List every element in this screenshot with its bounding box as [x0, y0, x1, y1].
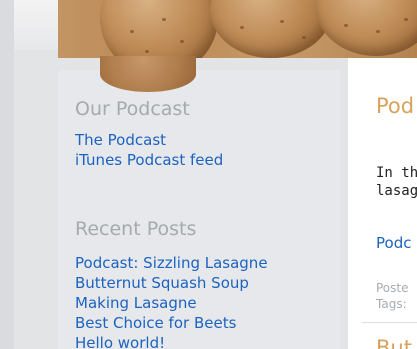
sidebar: Our Podcast The Podcast iTunes Podcast f…	[58, 56, 340, 349]
list-item: iTunes Podcast feed	[75, 150, 223, 170]
excerpt-line: In th	[376, 165, 417, 181]
header-banner-image	[58, 0, 417, 58]
recent-post-link[interactable]: Butternut Squash Soup	[75, 274, 249, 292]
recent-post-link[interactable]: Best Choice for Beets	[75, 314, 236, 332]
cookie-image	[316, 0, 417, 56]
tags-label: Tags:	[376, 297, 407, 311]
list-item: Butternut Squash Soup	[75, 273, 268, 293]
list-item: The Podcast	[75, 130, 223, 150]
list-item: Best Choice for Beets	[75, 313, 268, 333]
cookie-image	[100, 56, 196, 92]
next-post-title[interactable]: But	[376, 336, 412, 349]
podcast-links-list: The Podcast iTunes Podcast feed	[75, 130, 223, 170]
list-item: Hello world!	[75, 333, 268, 349]
recent-post-link[interactable]: Making Lasagne	[75, 294, 197, 312]
itunes-podcast-feed-link[interactable]: iTunes Podcast feed	[75, 151, 223, 169]
recent-posts-heading: Recent Posts	[75, 218, 197, 240]
post-title[interactable]: Pod	[376, 94, 414, 118]
the-podcast-link[interactable]: The Podcast	[75, 131, 166, 149]
posted-label: Poste	[376, 281, 409, 295]
cookie-image	[210, 0, 332, 58]
browser-viewport: Our Podcast The Podcast iTunes Podcast f…	[0, 0, 417, 349]
post-meta: Poste Tags:	[376, 280, 409, 312]
list-item: Podcast: Sizzling Lasagne	[75, 253, 268, 273]
cookie-image	[100, 0, 218, 58]
page-left-gutter	[0, 0, 14, 349]
post-excerpt: In th lasag	[376, 164, 417, 200]
post-link[interactable]: Podc	[376, 234, 411, 252]
recent-post-link[interactable]: Podcast: Sizzling Lasagne	[75, 254, 268, 272]
post-divider	[362, 322, 417, 323]
excerpt-line: lasag	[376, 183, 417, 199]
list-item: Making Lasagne	[75, 293, 268, 313]
main-content: Pod In th lasag Podc Poste Tags: But	[348, 58, 417, 349]
recent-posts-list: Podcast: Sizzling Lasagne Butternut Squa…	[75, 253, 268, 349]
our-podcast-heading: Our Podcast	[75, 98, 190, 120]
recent-post-link[interactable]: Hello world!	[75, 334, 165, 349]
